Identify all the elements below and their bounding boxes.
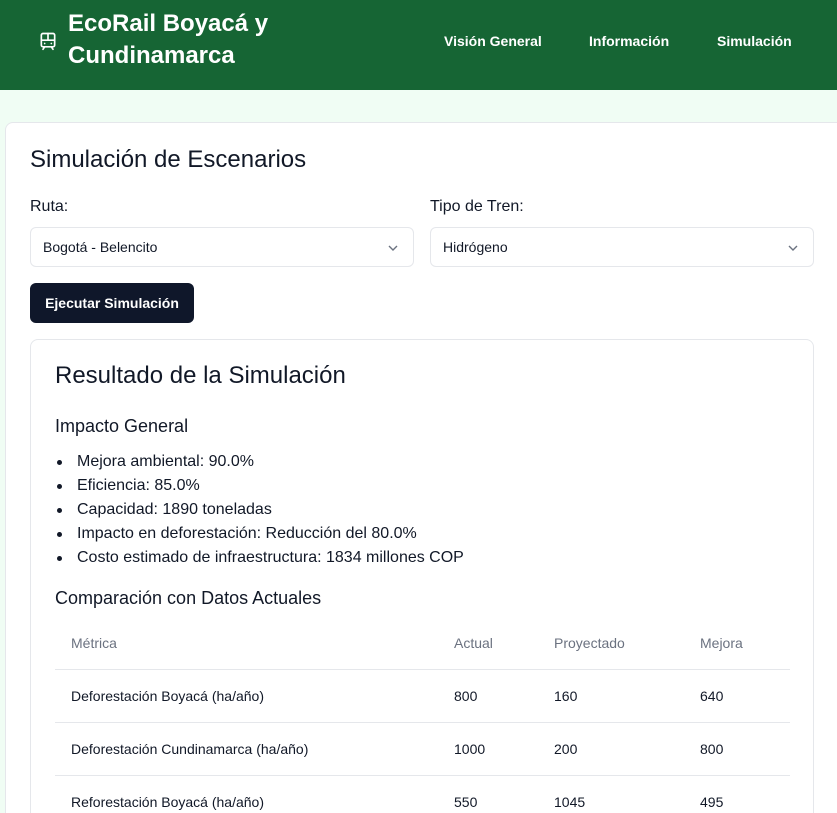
- cell-projected: 200: [538, 722, 684, 776]
- cell-metric: Deforestación Cundinamarca (ha/año): [55, 722, 438, 776]
- train-type-label: Tipo de Tren:: [430, 198, 524, 215]
- list-item: Mejora ambiental: 90.0%: [55, 450, 464, 474]
- table-row: Deforestación Cundinamarca (ha/año) 1000…: [55, 722, 790, 776]
- cell-improvement: 640: [684, 669, 790, 723]
- site-header: EcoRail Boyacá y Cundinamarca Visión Gen…: [0, 0, 837, 90]
- nav-vision-general[interactable]: Visión General: [444, 33, 542, 49]
- cell-actual: 800: [438, 669, 538, 723]
- col-header-projected: Proyectado: [538, 618, 684, 670]
- page-title: Simulación de Escenarios: [30, 146, 307, 173]
- col-header-improvement: Mejora: [684, 618, 790, 670]
- impact-heading: Impacto General: [55, 416, 189, 436]
- list-item: Eficiencia: 85.0%: [55, 474, 464, 498]
- list-item: Costo estimado de infraestructura: 1834 …: [55, 546, 464, 570]
- table-row: Reforestación Boyacá (ha/año) 550 1045 4…: [55, 775, 790, 813]
- table-row: Deforestación Boyacá (ha/año) 800 160 64…: [55, 669, 790, 723]
- cell-improvement: 800: [684, 722, 790, 776]
- comparison-heading: Comparación con Datos Actuales: [55, 588, 322, 608]
- cell-improvement: 495: [684, 775, 790, 813]
- comparison-table: Métrica Actual Proyectado Mejora Defores…: [55, 618, 790, 813]
- list-item: Capacidad: 1890 toneladas: [55, 498, 464, 522]
- train-icon: [40, 32, 56, 51]
- route-select[interactable]: Bogotá - Belencito: [30, 227, 414, 267]
- table-header-row: Métrica Actual Proyectado Mejora: [55, 618, 790, 670]
- brand[interactable]: EcoRail Boyacá y Cundinamarca: [38, 8, 298, 72]
- cell-actual: 550: [438, 775, 538, 813]
- impact-list: Mejora ambiental: 90.0% Eficiencia: 85.0…: [55, 450, 464, 570]
- col-header-metric: Métrica: [55, 618, 438, 670]
- chevron-down-icon: [388, 245, 398, 251]
- nav-simulacion[interactable]: Simulación: [717, 33, 792, 49]
- chevron-down-icon: [788, 245, 798, 251]
- route-select-value: Bogotá - Belencito: [43, 239, 158, 255]
- run-simulation-button[interactable]: Ejecutar Simulación: [30, 283, 194, 323]
- train-type-select-value: Hidrógeno: [443, 239, 508, 255]
- brand-title: EcoRail Boyacá y Cundinamarca: [68, 10, 269, 69]
- cell-metric: Deforestación Boyacá (ha/año): [55, 669, 438, 723]
- list-item: Impacto en deforestación: Reducción del …: [55, 522, 464, 546]
- train-type-select[interactable]: Hidrógeno: [430, 227, 814, 267]
- col-header-actual: Actual: [438, 618, 538, 670]
- cell-metric: Reforestación Boyacá (ha/año): [55, 775, 438, 813]
- cell-projected: 1045: [538, 775, 684, 813]
- route-label: Ruta:: [30, 198, 69, 215]
- result-title: Resultado de la Simulación: [55, 362, 346, 389]
- cell-projected: 160: [538, 669, 684, 723]
- cell-actual: 1000: [438, 722, 538, 776]
- nav-informacion[interactable]: Información: [589, 33, 669, 49]
